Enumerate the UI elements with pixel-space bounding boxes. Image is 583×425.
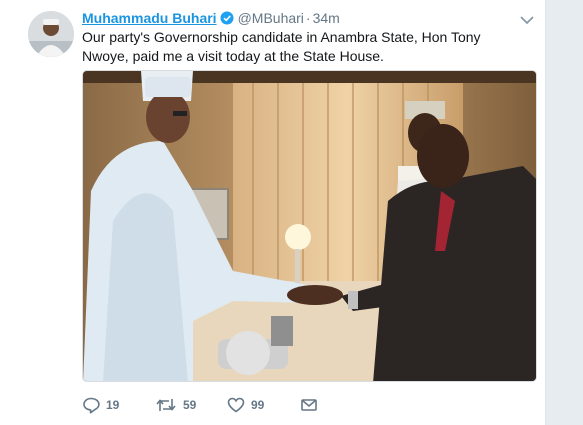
like-count: 99 <box>251 398 265 412</box>
photo-image <box>83 71 536 381</box>
envelope-icon <box>301 399 317 411</box>
tweet-card[interactable]: Muhammadu Buhari @MBuhari · 34m Our party's… <box>0 0 546 425</box>
author-name[interactable]: Muhammadu Buhari <box>82 10 217 26</box>
like-button[interactable]: 99 <box>227 395 264 415</box>
chevron-down-icon[interactable] <box>520 12 534 25</box>
retweet-count: 59 <box>183 398 197 412</box>
reply-button[interactable]: 19 <box>82 395 119 415</box>
retweet-icon <box>156 399 176 411</box>
author-handle[interactable]: @MBuhari <box>238 10 304 26</box>
tweet-photo[interactable] <box>82 70 537 382</box>
heart-icon <box>227 397 245 413</box>
tweet-header: Muhammadu Buhari @MBuhari · 34m <box>82 10 340 28</box>
retweet-button[interactable]: 59 <box>155 395 196 415</box>
reply-icon <box>83 397 100 414</box>
tweet-timestamp[interactable]: 34m <box>313 10 340 26</box>
avatar[interactable] <box>28 11 74 57</box>
separator-dot: · <box>305 10 311 26</box>
tweet-text: Our party's Governorship candidate in An… <box>82 29 481 64</box>
avatar-image <box>28 11 74 57</box>
direct-message-button[interactable] <box>300 395 318 415</box>
reply-count: 19 <box>106 398 120 412</box>
